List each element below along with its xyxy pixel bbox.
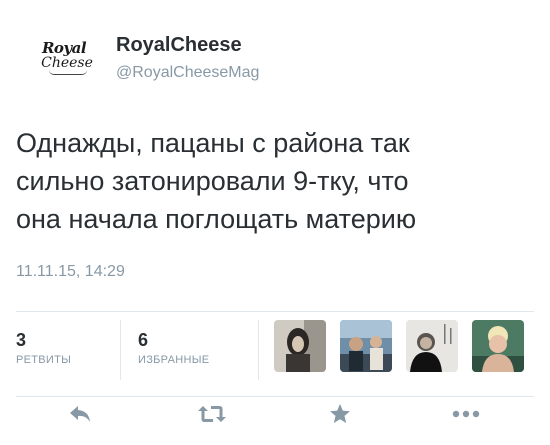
favorites-stat[interactable]: 6 ИЗБРАННЫЕ xyxy=(138,312,258,396)
more-button[interactable] xyxy=(446,396,486,432)
tweet-actions xyxy=(16,396,534,436)
stats-separator xyxy=(258,320,259,380)
favoriter-avatar[interactable] xyxy=(274,320,326,372)
favoriter-avatar[interactable] xyxy=(472,320,524,372)
favorites-label: ИЗБРАННЫЕ xyxy=(138,354,210,366)
tweet-text: Однажды, пацаны с района так сильно зато… xyxy=(16,124,536,238)
retweet-button[interactable] xyxy=(192,396,232,432)
favoriter-avatar[interactable] xyxy=(406,320,458,372)
user-handle[interactable]: @RoyalCheeseMag xyxy=(116,64,259,82)
avatar-logo-line1: Royal xyxy=(41,39,87,57)
retweets-stat[interactable]: 3 РЕТВИТЫ xyxy=(16,312,106,396)
user-name[interactable]: RoyalCheese xyxy=(116,34,242,57)
favoriter-avatar[interactable] xyxy=(340,320,392,372)
reply-icon xyxy=(70,406,90,422)
favorite-button[interactable] xyxy=(320,396,360,432)
retweets-count: 3 xyxy=(16,330,27,350)
reply-button[interactable] xyxy=(60,396,100,432)
avatar[interactable]: Royal Cheese xyxy=(32,32,96,84)
more-icon xyxy=(452,410,480,418)
tweet-text-line: сильно затонировали 9-тку, что xyxy=(16,166,409,196)
tweet-stats: 3 РЕТВИТЫ 6 ИЗБРАННЫЕ xyxy=(16,312,534,396)
retweets-label: РЕТВИТЫ xyxy=(16,354,72,366)
tweet-timestamp[interactable]: 11.11.15, 14:29 xyxy=(16,263,125,281)
favoriters-avatars xyxy=(274,320,534,380)
avatar-logo-swash xyxy=(49,70,87,75)
favorites-count: 6 xyxy=(138,330,149,350)
tweet-text-line: она начала поглощать материю xyxy=(16,204,417,234)
tweet-text-line: Однажды, пацаны с района так xyxy=(16,128,410,158)
tweet-header: Royal Cheese RoyalCheese @RoyalCheeseMag xyxy=(32,32,512,84)
avatar-logo-line2: Cheese xyxy=(41,55,93,71)
stats-separator xyxy=(120,320,121,380)
retweet-icon xyxy=(198,406,226,422)
favorite-icon xyxy=(330,404,350,423)
